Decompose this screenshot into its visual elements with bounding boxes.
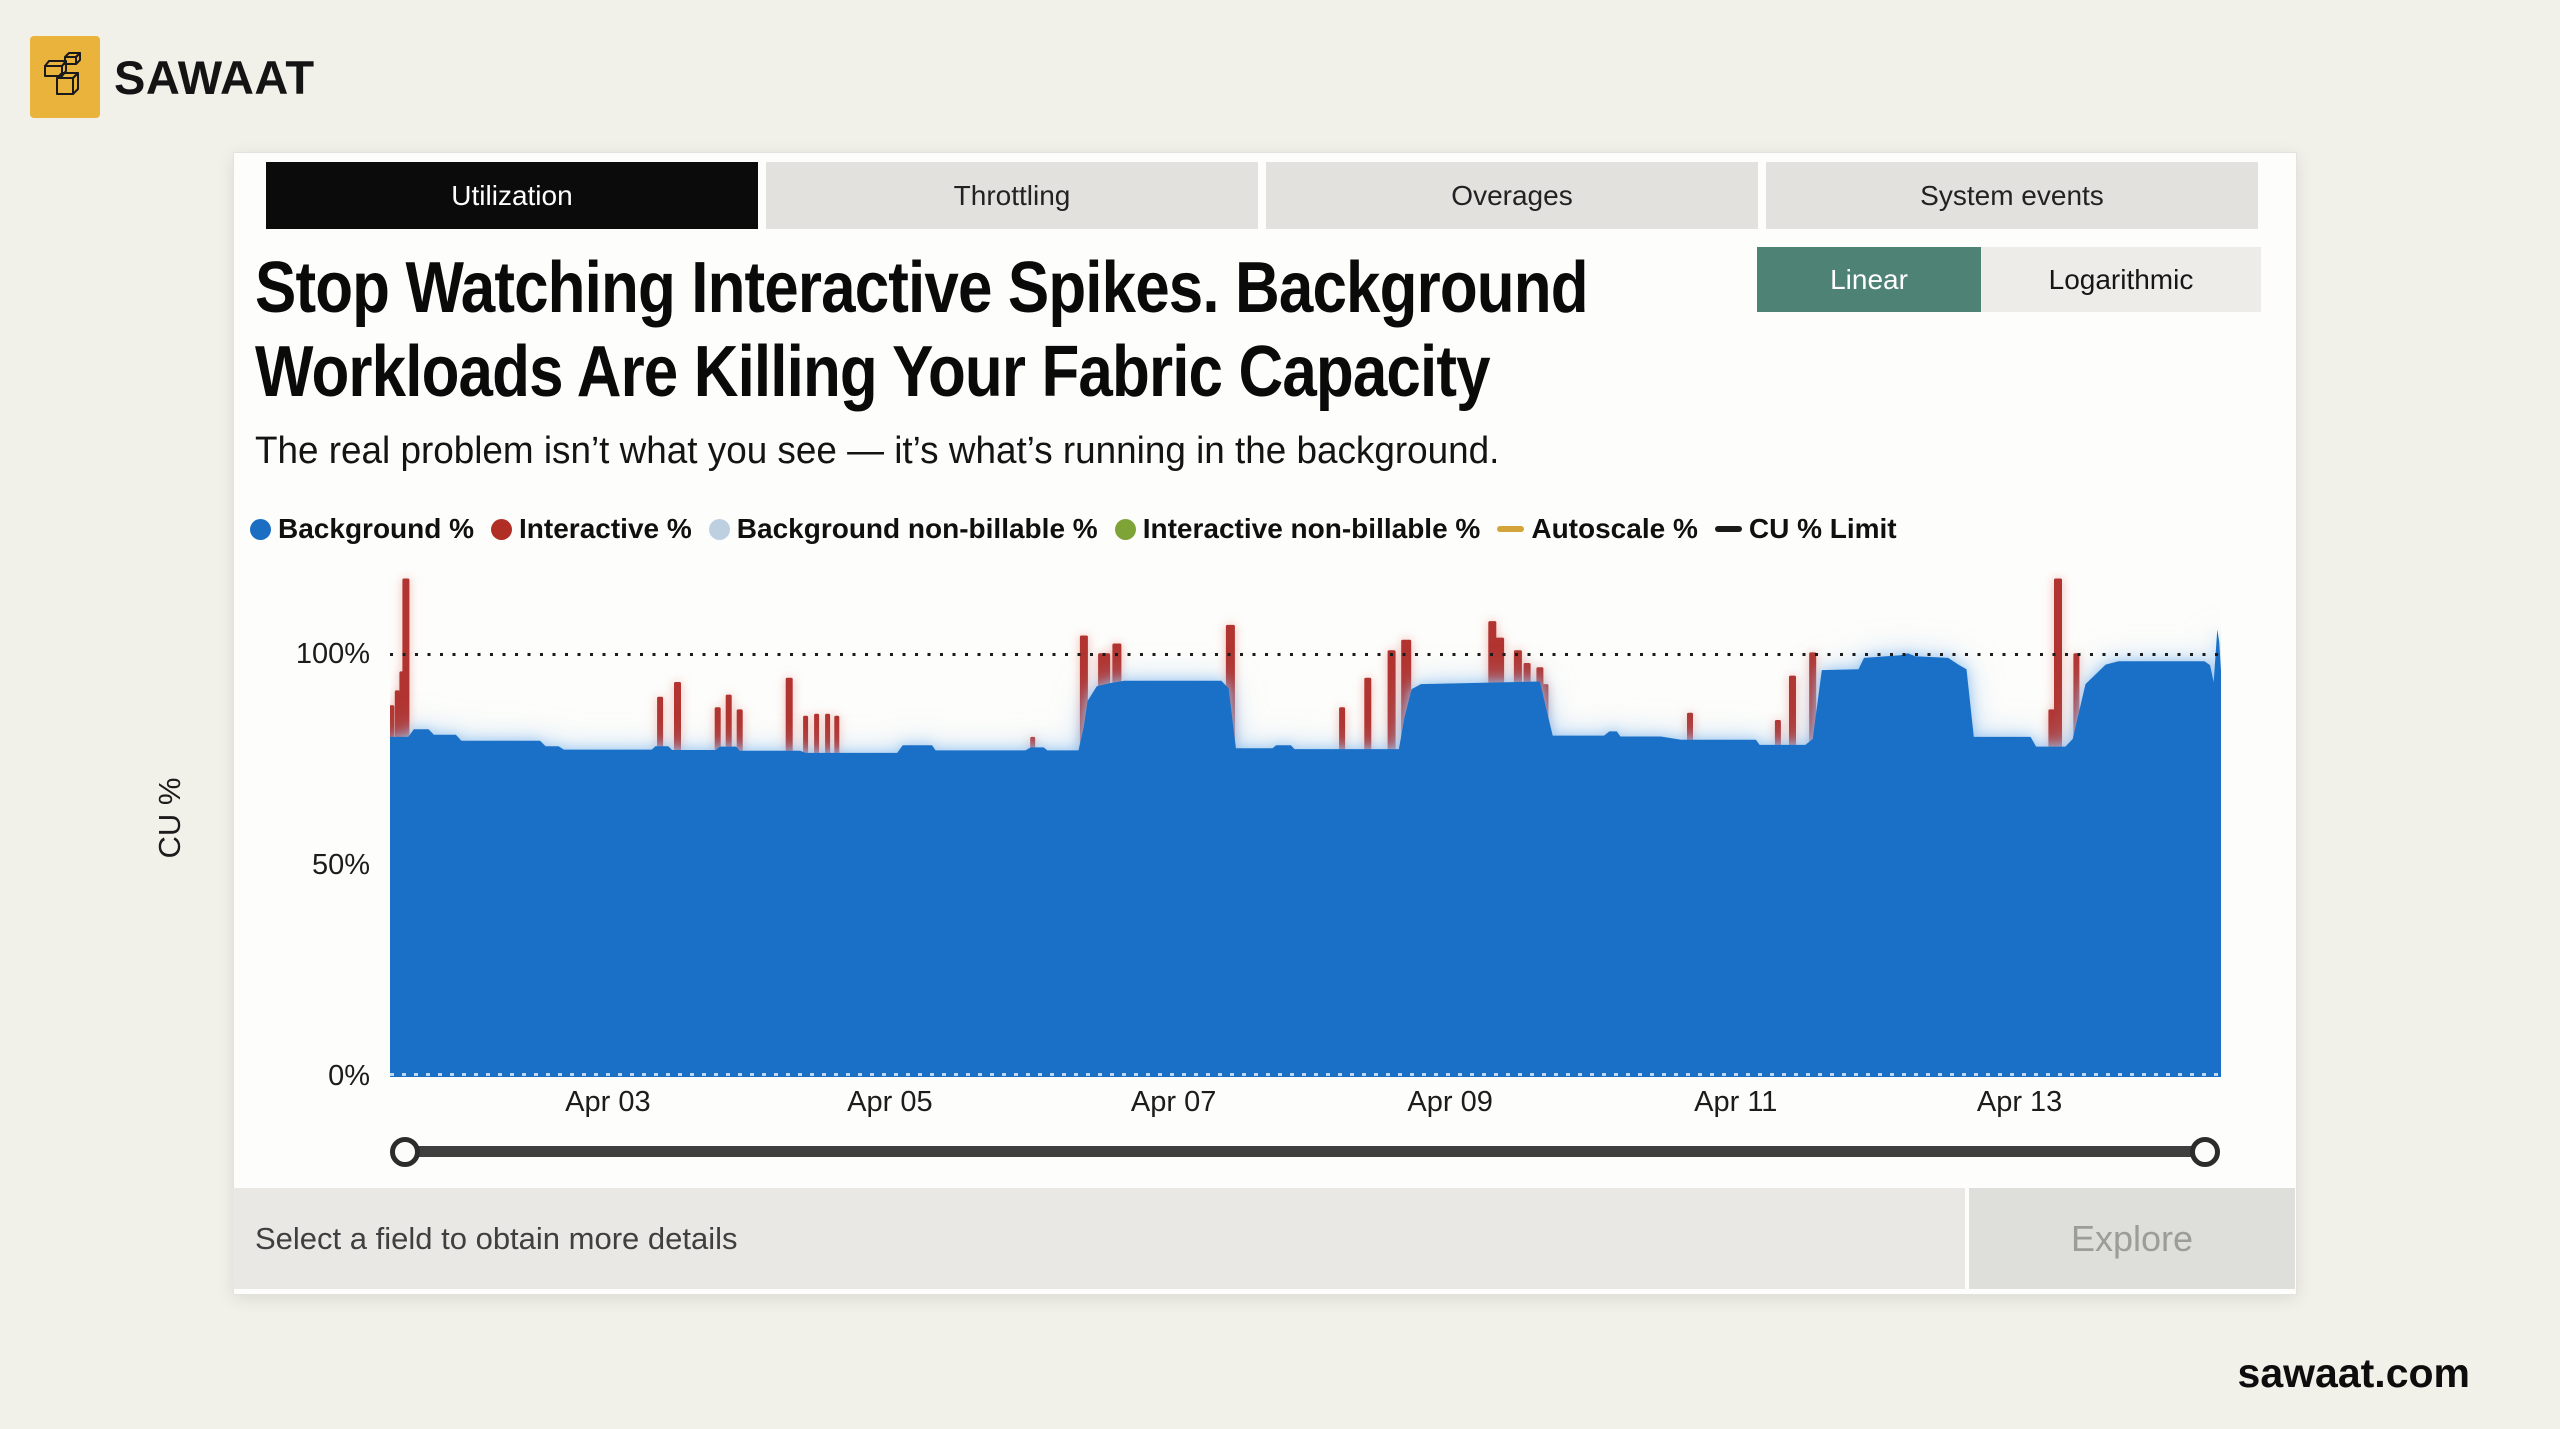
legend-label: Interactive % [519,513,692,545]
legend-item[interactable]: Background non-billable % [709,513,1098,545]
details-bar: Select a field to obtain more details [233,1188,1965,1289]
tab-label: Utilization [451,180,572,212]
legend-dot-icon [250,519,271,540]
tab-overages[interactable]: Overages [1266,162,1758,229]
x-tick-label: Apr 05 [847,1086,932,1119]
y-axis-title: CU % [152,763,188,873]
legend-label: Autoscale % [1531,513,1698,545]
y-tick-label: 100% [240,638,370,671]
scale-toggle-logarithmic[interactable]: Logarithmic [1981,247,2261,312]
tab-system-events[interactable]: System events [1766,162,2258,229]
brand-logo [30,36,100,118]
explore-button-label: Explore [2071,1218,2193,1260]
legend-label: Background % [278,513,474,545]
explore-button[interactable]: Explore [1969,1188,2295,1289]
x-tick-label: Apr 09 [1407,1086,1492,1119]
legend-dot-icon [491,519,512,540]
background-area-series [390,629,2221,1077]
x-tick-label: Apr 07 [1131,1086,1216,1119]
x-tick-label: Apr 11 [1694,1086,1777,1119]
tab-label: Overages [1451,180,1572,212]
x-tick-label: Apr 13 [1977,1086,2062,1119]
legend-item[interactable]: CU % Limit [1715,513,1897,545]
scale-toggle-linear[interactable]: Linear [1757,247,1981,312]
tab-throttling[interactable]: Throttling [766,162,1258,229]
legend-label: Interactive non-billable % [1143,513,1481,545]
boxes-icon [42,48,88,107]
toggle-label: Linear [1830,264,1908,296]
legend-label: CU % Limit [1749,513,1897,545]
legend-dash-icon [1715,526,1742,532]
x-tick-label: Apr 03 [565,1086,650,1119]
y-tick-label: 0% [240,1060,370,1093]
legend-item[interactable]: Interactive % [491,513,692,545]
y-tick-label: 50% [240,849,370,882]
chart-legend: Background % Interactive % Background non-… [250,512,1897,546]
legend-label: Background non-billable % [737,513,1098,545]
legend-item[interactable]: Interactive non-billable % [1115,513,1481,545]
legend-item[interactable]: Background % [250,513,474,545]
tab-label: Throttling [954,180,1071,212]
slider-handle-left[interactable] [390,1137,420,1167]
toggle-label: Logarithmic [2049,264,2194,296]
page-subtitle: The real problem isn’t what you see — it… [255,430,1499,473]
legend-dash-icon [1497,526,1524,532]
page-title: Stop Watching Interactive Spikes. Backgr… [255,246,1588,414]
legend-dot-icon [709,519,730,540]
legend-item[interactable]: Autoscale % [1497,513,1698,545]
brand-name: SAWAAT [114,50,315,106]
time-range-slider-track[interactable] [400,1146,2210,1157]
tab-label: System events [1920,180,2104,212]
title-line-1: Stop Watching Interactive Spikes. Backgr… [255,246,1588,330]
details-hint-text: Select a field to obtain more details [255,1221,738,1257]
tab-utilization[interactable]: Utilization [266,162,758,229]
utilization-chart[interactable] [390,570,2221,1077]
legend-dot-icon [1115,519,1136,540]
title-line-2: Workloads Are Killing Your Fabric Capaci… [255,330,1588,414]
slider-handle-right[interactable] [2190,1137,2220,1167]
utilization-chart-plot[interactable] [390,570,2221,1077]
website-url: sawaat.com [2238,1350,2470,1397]
